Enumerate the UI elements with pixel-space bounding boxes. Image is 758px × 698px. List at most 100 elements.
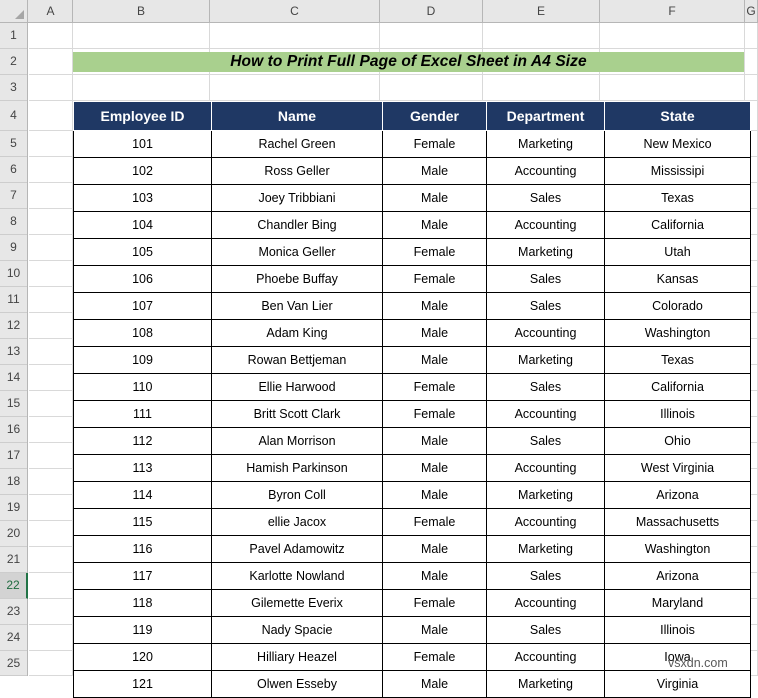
table-cell[interactable]: 104 — [73, 211, 212, 239]
table-row[interactable]: 115 ellie Jacox Female Accounting Massachuse… — [73, 508, 751, 536]
table-row[interactable]: 121 Olwen Esseby Male Marketing Virginia — [73, 670, 751, 698]
row-header-16[interactable]: 16 — [0, 417, 27, 443]
table-cell[interactable]: Marketing — [486, 670, 605, 698]
table-row[interactable]: 120 Hilliary Heazel Female Accounting Iowa — [73, 643, 751, 671]
table-cell[interactable]: Alan Morrison — [211, 427, 383, 455]
table-cell[interactable]: 114 — [73, 481, 212, 509]
table-cell[interactable]: Accounting — [486, 211, 605, 239]
table-cell[interactable]: Maryland — [604, 589, 751, 617]
table-row[interactable]: 104 Chandler Bing Male Accounting California — [73, 211, 751, 239]
table-row[interactable]: 103 Joey Tribbiani Male Sales Texas — [73, 184, 751, 212]
row-header-22[interactable]: 22 — [0, 573, 28, 599]
table-cell[interactable]: Byron Coll — [211, 481, 383, 509]
table-cell[interactable]: Kansas — [604, 265, 751, 293]
table-row[interactable]: 119 Nady Spacie Male Sales Illinois — [73, 616, 751, 644]
table-cell[interactable]: Mississipi — [604, 157, 751, 185]
table-cell[interactable]: Sales — [486, 184, 605, 212]
table-cell[interactable]: Monica Geller — [211, 238, 383, 266]
table-cell[interactable]: Male — [382, 319, 487, 347]
table-cell[interactable]: 111 — [73, 400, 212, 428]
table-cell[interactable]: Female — [382, 589, 487, 617]
row-header-24[interactable]: 24 — [0, 625, 27, 651]
title-banner[interactable]: How to Print Full Page of Excel Sheet in… — [73, 52, 744, 72]
table-cell[interactable]: Hilliary Heazel — [211, 643, 383, 671]
row-header-1[interactable]: 1 — [0, 23, 27, 49]
table-cell[interactable]: 101 — [73, 130, 212, 158]
row-header-20[interactable]: 20 — [0, 521, 27, 547]
column-header-d[interactable]: D — [380, 0, 483, 22]
table-cell[interactable]: New Mexico — [604, 130, 751, 158]
table-cell[interactable]: Iowa — [604, 643, 751, 671]
table-cell[interactable]: Male — [382, 616, 487, 644]
table-cell[interactable]: West Virginia — [604, 454, 751, 482]
row-header-8[interactable]: 8 — [0, 209, 27, 235]
column-header-g[interactable]: G — [745, 0, 758, 22]
table-cell[interactable]: Female — [382, 130, 487, 158]
table-cell[interactable]: 115 — [73, 508, 212, 536]
row-header-19[interactable]: 19 — [0, 495, 27, 521]
table-cell[interactable]: Female — [382, 643, 487, 671]
table-cell[interactable]: Sales — [486, 265, 605, 293]
table-cell[interactable]: Male — [382, 535, 487, 563]
table-row[interactable]: 117 Karlotte Nowland Male Sales Arizona — [73, 562, 751, 590]
table-cell[interactable]: 107 — [73, 292, 212, 320]
column-header-a[interactable]: A — [29, 0, 73, 22]
table-cell[interactable]: Washington — [604, 319, 751, 347]
table-header-gender[interactable]: Gender — [382, 101, 487, 131]
table-cell[interactable]: 103 — [73, 184, 212, 212]
table-cell[interactable]: Accounting — [486, 454, 605, 482]
table-cell[interactable]: Nady Spacie — [211, 616, 383, 644]
table-cell[interactable]: Accounting — [486, 400, 605, 428]
select-all-corner[interactable] — [0, 0, 28, 22]
table-cell[interactable]: Male — [382, 481, 487, 509]
table-cell[interactable]: Sales — [486, 427, 605, 455]
table-cell[interactable]: Arizona — [604, 481, 751, 509]
table-row[interactable]: 107 Ben Van Lier Male Sales Colorado — [73, 292, 751, 320]
table-cell[interactable]: 112 — [73, 427, 212, 455]
table-row[interactable]: 108 Adam King Male Accounting Washington — [73, 319, 751, 347]
table-cell[interactable]: 106 — [73, 265, 212, 293]
table-cell[interactable]: 102 — [73, 157, 212, 185]
table-row[interactable]: 110 Ellie Harwood Female Sales California — [73, 373, 751, 401]
employee-table[interactable]: Employee ID Name Gender Department State 101… — [73, 101, 751, 698]
table-cell[interactable]: Marketing — [486, 238, 605, 266]
table-cell[interactable]: Accounting — [486, 508, 605, 536]
table-row[interactable]: 114 Byron Coll Male Marketing Arizona — [73, 481, 751, 509]
row-header-23[interactable]: 23 — [0, 599, 27, 625]
row-header-21[interactable]: 21 — [0, 547, 27, 573]
table-cell[interactable]: Colorado — [604, 292, 751, 320]
table-cell[interactable]: Gilemette Everix — [211, 589, 383, 617]
table-cell[interactable]: Ohio — [604, 427, 751, 455]
table-cell[interactable]: Sales — [486, 562, 605, 590]
column-header-c[interactable]: C — [210, 0, 380, 22]
table-header-state[interactable]: State — [604, 101, 751, 131]
table-cell[interactable]: Illinois — [604, 400, 751, 428]
table-cell[interactable]: Ross Geller — [211, 157, 383, 185]
table-row[interactable]: 118 Gilemette Everix Female Accounting Maryl… — [73, 589, 751, 617]
column-header-f[interactable]: F — [600, 0, 745, 22]
table-cell[interactable]: Massachusetts — [604, 508, 751, 536]
table-cell[interactable]: 116 — [73, 535, 212, 563]
table-cell[interactable]: Olwen Esseby — [211, 670, 383, 698]
table-cell[interactable]: Texas — [604, 346, 751, 374]
column-header-b[interactable]: B — [73, 0, 210, 22]
row-header-15[interactable]: 15 — [0, 391, 27, 417]
row-header-3[interactable]: 3 — [0, 75, 27, 101]
table-row[interactable]: 105 Monica Geller Female Marketing Utah — [73, 238, 751, 266]
table-cell[interactable]: Accounting — [486, 589, 605, 617]
table-cell[interactable]: Male — [382, 346, 487, 374]
table-cell[interactable]: Virginia — [604, 670, 751, 698]
table-cell[interactable]: Chandler Bing — [211, 211, 383, 239]
table-cell[interactable]: Female — [382, 238, 487, 266]
table-cell[interactable]: Rowan Bettjeman — [211, 346, 383, 374]
table-cell[interactable]: 113 — [73, 454, 212, 482]
row-header-25[interactable]: 25 — [0, 651, 27, 676]
row-header-2[interactable]: 2 — [0, 49, 27, 75]
table-cell[interactable]: Female — [382, 400, 487, 428]
row-header-12[interactable]: 12 — [0, 313, 27, 339]
table-cell[interactable]: Male — [382, 184, 487, 212]
table-cell[interactable]: Utah — [604, 238, 751, 266]
table-row[interactable]: 109 Rowan Bettjeman Male Marketing Texas — [73, 346, 751, 374]
row-header-10[interactable]: 10 — [0, 261, 27, 287]
table-cell[interactable]: Male — [382, 157, 487, 185]
